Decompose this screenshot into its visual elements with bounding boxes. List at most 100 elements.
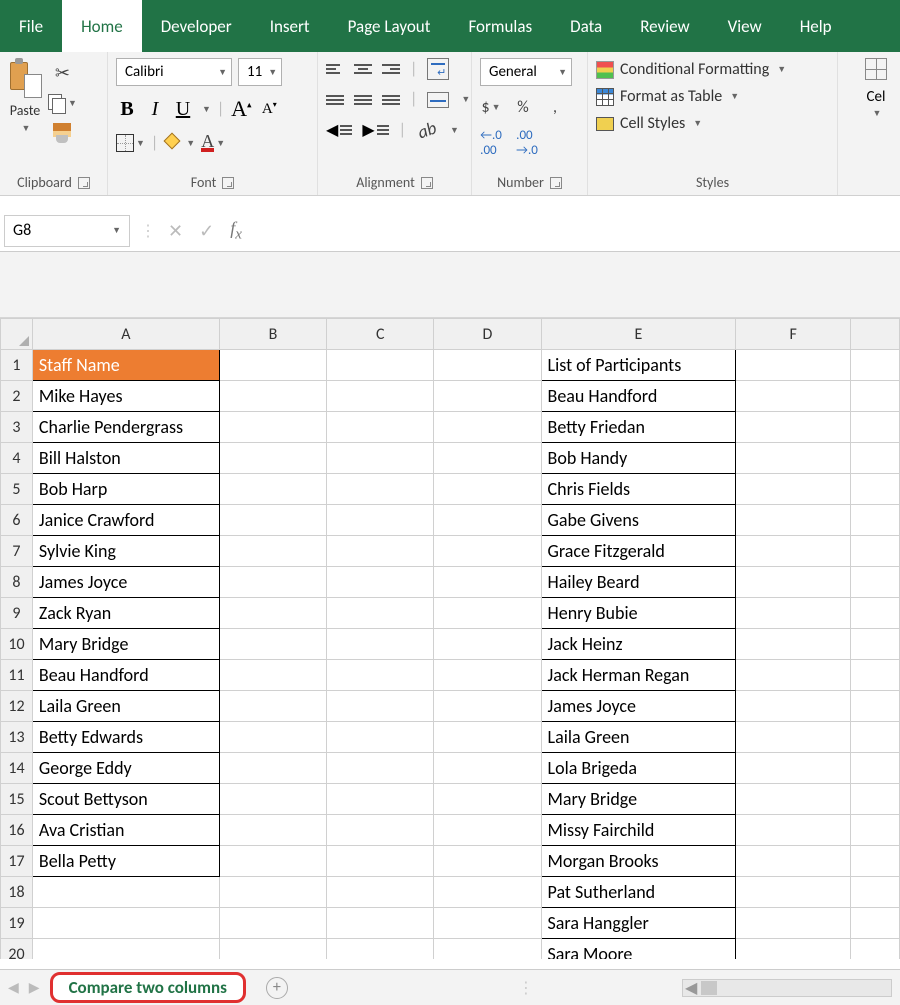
row-header-4[interactable]: 4 xyxy=(1,443,33,474)
increase-decimal-button[interactable]: ←.0.00 xyxy=(480,128,502,158)
chevron-down-icon[interactable]: ▼ xyxy=(202,104,211,115)
currency-button[interactable]: $▼ xyxy=(480,96,502,118)
cell-E18[interactable]: Pat Sutherland xyxy=(541,877,736,908)
cell-D12[interactable] xyxy=(434,691,541,722)
cell-E14[interactable]: Lola Brigeda xyxy=(541,753,736,784)
cell-D2[interactable] xyxy=(434,381,541,412)
cell-E20[interactable]: Sara Moore xyxy=(541,939,736,960)
cell-G18[interactable] xyxy=(851,877,900,908)
fill-color-button[interactable]: ▼ xyxy=(164,132,195,154)
row-header-9[interactable]: 9 xyxy=(1,598,33,629)
cell-A14[interactable]: George Eddy xyxy=(32,753,219,784)
align-center-button[interactable] xyxy=(354,64,372,74)
cell-B6[interactable] xyxy=(219,505,326,536)
cell-A20[interactable] xyxy=(32,939,219,960)
cell-G11[interactable] xyxy=(851,660,900,691)
paste-button[interactable]: Paste ▼ xyxy=(8,58,42,134)
tab-developer[interactable]: Developer xyxy=(142,0,251,52)
cell-E6[interactable]: Gabe Givens xyxy=(541,505,736,536)
row-header-10[interactable]: 10 xyxy=(1,629,33,660)
cell-G4[interactable] xyxy=(851,443,900,474)
cell-B1[interactable] xyxy=(219,350,326,381)
cell-E7[interactable]: Grace Fitzgerald xyxy=(541,536,736,567)
cell-E16[interactable]: Missy Fairchild xyxy=(541,815,736,846)
cell-B11[interactable] xyxy=(219,660,326,691)
cell-G2[interactable] xyxy=(851,381,900,412)
decrease-font-button[interactable]: A▾ xyxy=(258,100,280,118)
row-header-7[interactable]: 7 xyxy=(1,536,33,567)
cell-G14[interactable] xyxy=(851,753,900,784)
cell-B10[interactable] xyxy=(219,629,326,660)
grid[interactable]: ABCDEF1Staff NameList of Participants2Mi… xyxy=(0,318,900,959)
cell-D4[interactable] xyxy=(434,443,541,474)
cell-C14[interactable] xyxy=(327,753,434,784)
cell-G15[interactable] xyxy=(851,784,900,815)
font-name-combo[interactable]: Calibri▼ xyxy=(116,58,232,86)
row-header-8[interactable]: 8 xyxy=(1,567,33,598)
cell-F15[interactable] xyxy=(736,784,851,815)
insert-cells-icon[interactable] xyxy=(865,58,887,80)
cell-D3[interactable] xyxy=(434,412,541,443)
borders-button[interactable]: ▼ xyxy=(116,132,145,154)
cell-A19[interactable] xyxy=(32,908,219,939)
cell-D19[interactable] xyxy=(434,908,541,939)
column-header-D[interactable]: D xyxy=(434,319,541,350)
cell-F13[interactable] xyxy=(736,722,851,753)
cell-A2[interactable]: Mike Hayes xyxy=(32,381,219,412)
cell-D5[interactable] xyxy=(434,474,541,505)
cell-A5[interactable]: Bob Harp xyxy=(32,474,219,505)
cell-B14[interactable] xyxy=(219,753,326,784)
cell-F1[interactable] xyxy=(736,350,851,381)
chevron-down-icon[interactable]: ▼ xyxy=(450,125,459,136)
cell-D1[interactable] xyxy=(434,350,541,381)
cell-E11[interactable]: Jack Herman Regan xyxy=(541,660,736,691)
dialog-launcher-icon[interactable] xyxy=(78,177,90,189)
cell-D17[interactable] xyxy=(434,846,541,877)
cell-F16[interactable] xyxy=(736,815,851,846)
cell-B4[interactable] xyxy=(219,443,326,474)
cell-D10[interactable] xyxy=(434,629,541,660)
cell-B2[interactable] xyxy=(219,381,326,412)
tab-insert[interactable]: Insert xyxy=(251,0,329,52)
cell-A17[interactable]: Bella Petty xyxy=(32,846,219,877)
row-header-13[interactable]: 13 xyxy=(1,722,33,753)
cell-D11[interactable] xyxy=(434,660,541,691)
row-header-6[interactable]: 6 xyxy=(1,505,33,536)
tab-data[interactable]: Data xyxy=(551,0,621,52)
row-header-1[interactable]: 1 xyxy=(1,350,33,381)
cell-A15[interactable]: Scout Bettyson xyxy=(32,784,219,815)
cell-A12[interactable]: Laila Green xyxy=(32,691,219,722)
row-header-18[interactable]: 18 xyxy=(1,877,33,908)
cell-A11[interactable]: Beau Handford xyxy=(32,660,219,691)
column-header-A[interactable]: A xyxy=(32,319,219,350)
cell-D8[interactable] xyxy=(434,567,541,598)
cell-A10[interactable]: Mary Bridge xyxy=(32,629,219,660)
fx-icon[interactable]: fx xyxy=(230,218,242,244)
cell-D15[interactable] xyxy=(434,784,541,815)
cell-E9[interactable]: Henry Bubie xyxy=(541,598,736,629)
cell-A8[interactable]: James Joyce xyxy=(32,567,219,598)
cell-B13[interactable] xyxy=(219,722,326,753)
row-header-17[interactable]: 17 xyxy=(1,846,33,877)
cell-A13[interactable]: Betty Edwards xyxy=(32,722,219,753)
chevron-down-icon[interactable]: ▼ xyxy=(461,94,470,105)
row-header-20[interactable]: 20 xyxy=(1,939,33,960)
cut-button[interactable]: ✂ xyxy=(48,62,77,84)
cell-F8[interactable] xyxy=(736,567,851,598)
tab-view[interactable]: View xyxy=(709,0,781,52)
dialog-launcher-icon[interactable] xyxy=(550,177,562,189)
wrap-text-button[interactable] xyxy=(427,58,449,80)
formula-input[interactable] xyxy=(254,215,900,247)
align-right-button[interactable] xyxy=(382,64,400,74)
cell-B5[interactable] xyxy=(219,474,326,505)
font-color-button[interactable]: A▼ xyxy=(201,132,225,154)
row-header-15[interactable]: 15 xyxy=(1,784,33,815)
cell-F3[interactable] xyxy=(736,412,851,443)
row-header-3[interactable]: 3 xyxy=(1,412,33,443)
cell-F14[interactable] xyxy=(736,753,851,784)
cell-C19[interactable] xyxy=(327,908,434,939)
column-header-F[interactable]: F xyxy=(736,319,851,350)
cell-C20[interactable] xyxy=(327,939,434,960)
row-header-5[interactable]: 5 xyxy=(1,474,33,505)
cell-C18[interactable] xyxy=(327,877,434,908)
